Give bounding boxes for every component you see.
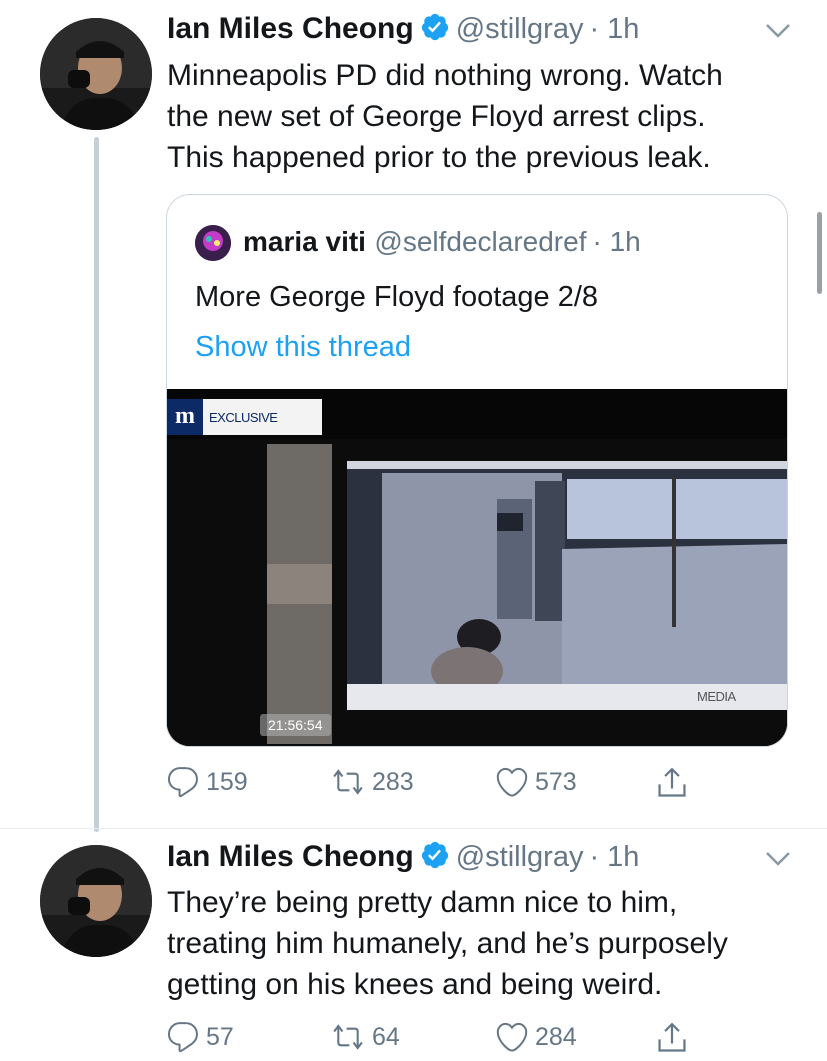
quoted-tweet[interactable]: maria viti @selfdeclaredref · 1h More Geo… — [166, 194, 788, 747]
share-icon — [658, 767, 686, 797]
like-count: 573 — [535, 767, 577, 796]
tweet-time[interactable]: · 1h — [589, 13, 639, 45]
tweet-text-line: This happened prior to the previous leak… — [167, 141, 711, 174]
retweet-icon — [333, 769, 363, 795]
author-handle[interactable]: @stillgray — [456, 13, 584, 45]
chevron-down-icon[interactable] — [765, 850, 791, 868]
brand-logo: m — [167, 399, 203, 435]
tweet-text-line: They’re being pretty damn nice to him, — [167, 886, 678, 919]
tweet-text-line: the new set of George Floyd arrest clips… — [167, 100, 706, 133]
retweet-count: 64 — [372, 1022, 400, 1051]
chevron-down-icon[interactable] — [765, 22, 791, 40]
like-button[interactable]: 573 — [495, 765, 577, 799]
tweet1-header: Ian Miles Cheong @stillgray · 1h — [167, 12, 639, 46]
video-player[interactable]: m EXCLUSIVE 21:56:54 MEDIA — [167, 389, 787, 746]
like-button[interactable]: 284 — [495, 1020, 577, 1054]
avatar-ian-miles-cheong[interactable] — [40, 18, 152, 130]
reply-button[interactable]: 57 — [166, 1020, 234, 1054]
thread-line — [94, 137, 99, 832]
quoted-text: More George Floyd footage 2/8 — [195, 281, 599, 313]
quoted-header: maria viti @selfdeclaredref · 1h — [243, 226, 641, 258]
video-frame — [167, 389, 787, 746]
reply-icon — [167, 767, 198, 798]
tweet-text-line: getting on his knees and being weird. — [167, 968, 663, 1001]
quoted-avatar[interactable] — [195, 225, 231, 261]
heart-icon — [496, 767, 528, 797]
reply-count: 57 — [206, 1022, 234, 1051]
avatar-ian-miles-cheong[interactable] — [40, 845, 152, 957]
retweet-icon — [333, 1024, 363, 1050]
share-button[interactable] — [655, 765, 695, 801]
retweet-button[interactable]: 283 — [330, 765, 414, 799]
share-icon — [658, 1022, 686, 1052]
tweet2-header: Ian Miles Cheong @stillgray · 1h — [167, 840, 639, 874]
avatar-image — [40, 845, 152, 957]
reply-count: 159 — [206, 767, 248, 796]
author-handle[interactable]: @stillgray — [456, 841, 584, 873]
author-name[interactable]: Ian Miles Cheong — [167, 840, 414, 873]
heart-icon — [496, 1022, 528, 1052]
quoted-author-handle[interactable]: @selfdeclaredref — [374, 226, 586, 257]
show-thread-link[interactable]: Show this thread — [195, 331, 411, 364]
tweet2-text: They’re being pretty damn nice to him, t… — [167, 882, 797, 1005]
share-button[interactable] — [655, 1020, 695, 1056]
exclusive-label: EXCLUSIVE — [209, 409, 278, 425]
retweet-button[interactable]: 64 — [330, 1020, 400, 1054]
retweet-count: 283 — [372, 767, 414, 796]
like-count: 284 — [535, 1022, 577, 1051]
scrollbar-thumb[interactable] — [817, 212, 822, 294]
video-timestamp: 21:56:54 — [260, 714, 331, 736]
avatar-image — [40, 18, 152, 130]
quoted-time[interactable]: · 1h — [592, 226, 640, 257]
author-name[interactable]: Ian Miles Cheong — [167, 12, 414, 45]
exclusive-banner: m EXCLUSIVE — [167, 399, 322, 435]
tweet-text-line: treating him humanely, and he’s purposel… — [167, 927, 728, 960]
verified-badge-icon — [421, 13, 448, 41]
quoted-author-name[interactable]: maria viti — [243, 226, 366, 257]
tweet-divider — [0, 828, 827, 829]
tweet-text-line: Minneapolis PD did nothing wrong. Watch — [167, 59, 723, 92]
reply-button[interactable]: 159 — [166, 765, 248, 799]
tweet1-text: Minneapolis PD did nothing wrong. Watch … — [167, 55, 797, 178]
reply-icon — [167, 1022, 198, 1053]
verified-badge-icon — [421, 841, 448, 869]
tweet-time[interactable]: · 1h — [589, 841, 639, 873]
video-watermark: MEDIA — [697, 689, 736, 704]
quoted-avatar-image — [195, 225, 231, 261]
